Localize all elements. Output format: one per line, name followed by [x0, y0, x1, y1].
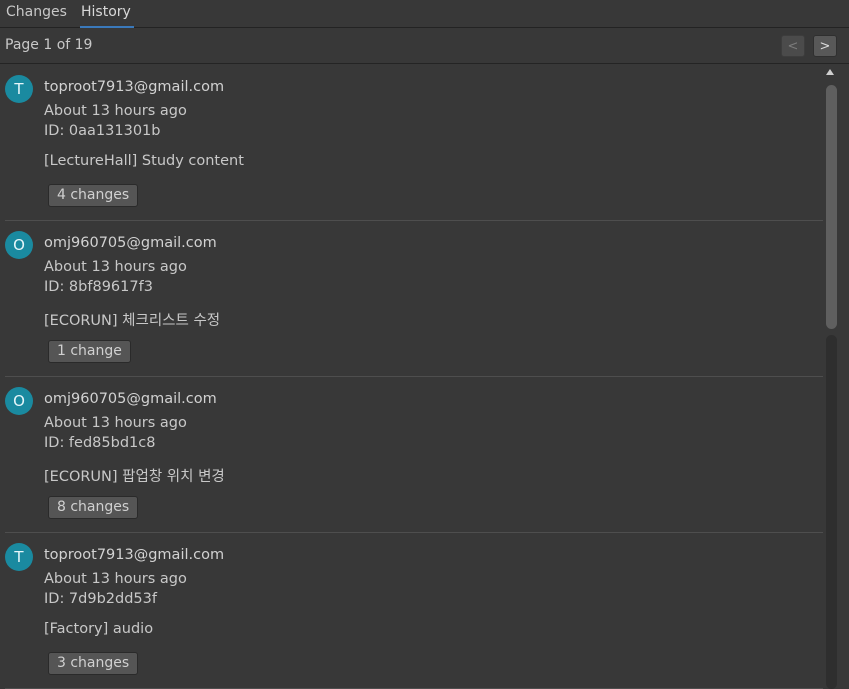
author-email: toproot7913@gmail.com	[44, 79, 225, 95]
scrollbar-thumb[interactable]	[826, 85, 837, 329]
pagination-bar: Page 1 of 19 < >	[0, 28, 849, 64]
tab-bar: Changes History	[0, 0, 849, 28]
changes-button[interactable]: 4 changes	[48, 184, 139, 207]
commit-message: [ECORUN] 체크리스트 수정	[44, 313, 221, 329]
commit-id: ID: 8bf89617f3	[44, 279, 153, 295]
author-email: omj960705@gmail.com	[44, 391, 217, 407]
next-page-button[interactable]: >	[813, 35, 837, 57]
scroll-up-arrow-icon[interactable]	[826, 69, 834, 75]
changes-button[interactable]: 3 changes	[48, 652, 139, 675]
tab-changes[interactable]: Changes	[0, 0, 73, 28]
commit-message: [ECORUN] 팝업창 위치 변경	[44, 469, 225, 485]
commit-time: About 13 hours ago	[44, 259, 187, 275]
history-entry[interactable]: T toproot7913@gmail.com About 13 hours a…	[5, 533, 823, 689]
previous-page-button[interactable]: <	[781, 35, 805, 57]
commit-time: About 13 hours ago	[44, 571, 187, 587]
avatar: O	[5, 387, 33, 415]
commit-message: [Factory] audio	[44, 621, 154, 637]
changes-button[interactable]: 8 changes	[48, 496, 139, 519]
history-entry[interactable]: O omj960705@gmail.com About 13 hours ago…	[5, 377, 823, 533]
vertical-scrollbar[interactable]	[823, 65, 840, 689]
author-email: omj960705@gmail.com	[44, 235, 217, 251]
commit-id: ID: fed85bd1c8	[44, 435, 156, 451]
commit-message: [LectureHall] Study content	[44, 153, 244, 169]
tab-history[interactable]: History	[75, 0, 137, 28]
commit-time: About 13 hours ago	[44, 103, 187, 119]
history-entry[interactable]: O omj960705@gmail.com About 13 hours ago…	[5, 221, 823, 377]
scrollbar-track[interactable]	[826, 335, 837, 689]
avatar: T	[5, 543, 33, 571]
commit-time: About 13 hours ago	[44, 415, 187, 431]
author-email: toproot7913@gmail.com	[44, 547, 225, 563]
changes-button[interactable]: 1 change	[48, 340, 131, 363]
history-entry[interactable]: T toproot7913@gmail.com About 13 hours a…	[5, 65, 823, 221]
commit-id: ID: 0aa131301b	[44, 123, 161, 139]
avatar: O	[5, 231, 33, 259]
commit-id: ID: 7d9b2dd53f	[44, 591, 157, 607]
history-list: T toproot7913@gmail.com About 13 hours a…	[0, 65, 823, 689]
avatar: T	[5, 75, 33, 103]
page-indicator: Page 1 of 19	[5, 37, 93, 53]
